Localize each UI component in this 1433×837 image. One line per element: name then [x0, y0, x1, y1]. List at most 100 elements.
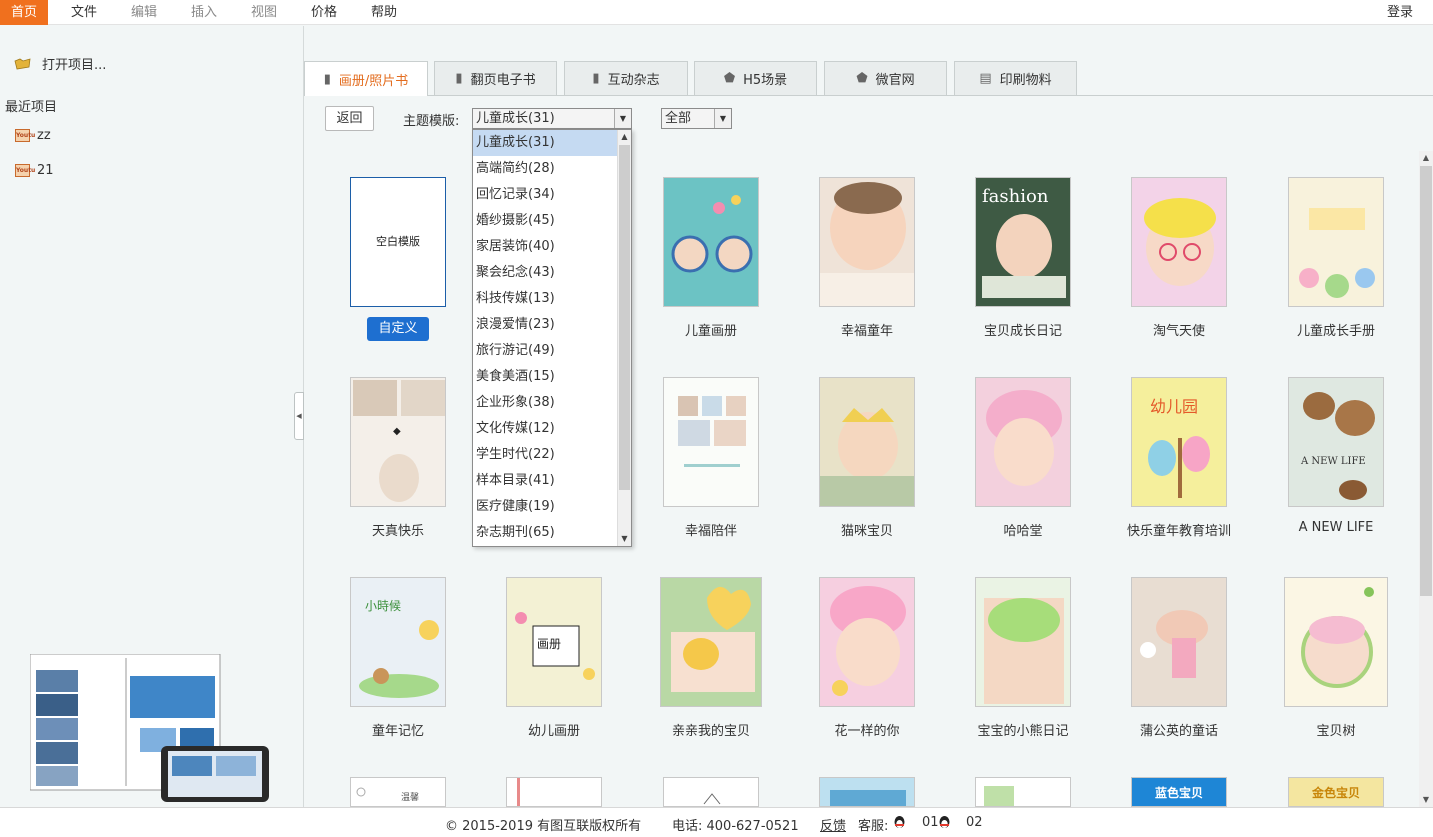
template-thumbnail[interactable] — [975, 577, 1071, 707]
dropdown-option[interactable]: 杂志期刊(65) — [473, 520, 617, 546]
menu-file[interactable]: 文件 — [60, 0, 108, 25]
template-thumbnail[interactable]: ◆ — [350, 377, 446, 507]
template-thumbnail[interactable] — [975, 377, 1071, 507]
template-title[interactable]: 幸福陪伴 — [631, 520, 791, 539]
template-title[interactable]: 儿童成长手册 — [1256, 320, 1416, 339]
dropdown-option[interactable]: 儿童成长(31) — [473, 130, 617, 156]
template-thumbnail[interactable] — [819, 577, 915, 707]
scroll-down-icon[interactable]: ▼ — [1419, 793, 1433, 807]
open-project-button[interactable]: 打开项目... — [14, 54, 106, 73]
template-thumbnail[interactable] — [1131, 577, 1227, 707]
scroll-down-icon[interactable]: ▼ — [618, 532, 631, 546]
login-button[interactable]: 登录 — [1376, 0, 1424, 25]
menu-price[interactable]: 价格 — [300, 0, 348, 25]
template-thumbnail[interactable] — [663, 177, 759, 307]
template-thumbnail[interactable]: 画册 — [506, 577, 602, 707]
template-thumbnail[interactable] — [1284, 577, 1388, 707]
dropdown-option[interactable]: 医疗健康(19) — [473, 494, 617, 520]
back-button[interactable]: 返回 — [325, 106, 374, 131]
template-thumbnail[interactable]: fashion — [975, 177, 1071, 307]
recent-item[interactable]: Youtu zz — [15, 128, 51, 143]
custom-button[interactable]: 自定义 — [367, 317, 429, 341]
template-title[interactable]: 猫咪宝贝 — [787, 520, 947, 539]
menu-edit[interactable]: 编辑 — [120, 0, 168, 25]
template-title[interactable]: 宝宝的小熊日记 — [943, 720, 1103, 739]
template-title[interactable]: 宝贝成长日记 — [943, 320, 1103, 339]
template-title[interactable]: 幼儿画册 — [474, 720, 634, 739]
theme-select[interactable]: 儿童成长(31) ▼ — [472, 108, 632, 129]
scope-select[interactable]: 全部 ▼ — [661, 108, 732, 129]
tab-label: 画册/照片书 — [338, 73, 409, 89]
dropdown-option[interactable]: 学生时代(22) — [473, 442, 617, 468]
tab-print[interactable]: ▤ 印刷物料 — [954, 61, 1077, 95]
template-title[interactable]: 快乐童年教育培训 — [1099, 520, 1259, 539]
dropdown-scrollbar[interactable]: ▲ ▼ — [617, 130, 631, 546]
tab-micro-site[interactable]: ⬟ 微官网 — [824, 61, 947, 95]
menu-insert[interactable]: 插入 — [180, 0, 228, 25]
template-thumbnail[interactable]: 幼儿园 — [1131, 377, 1227, 507]
print-icon: ▤ — [979, 71, 992, 86]
template-title[interactable]: 哈哈堂 — [943, 520, 1103, 539]
template-thumbnail[interactable] — [1131, 177, 1227, 307]
template-thumbnail[interactable]: A NEW LIFE — [1288, 377, 1384, 507]
dropdown-option[interactable]: 样本目录(41) — [473, 468, 617, 494]
dropdown-option[interactable]: 企业形象(38) — [473, 390, 617, 416]
dropdown-option[interactable]: 旅行游记(49) — [473, 338, 617, 364]
tab-album[interactable]: ▮ 画册/照片书 — [304, 61, 428, 96]
scroll-up-icon[interactable]: ▲ — [618, 130, 631, 144]
template-thumbnail[interactable]: 小時候 — [350, 577, 446, 707]
tab-magazine[interactable]: ▮ 互动杂志 — [564, 61, 688, 95]
template-title[interactable]: 宝贝树 — [1256, 720, 1416, 739]
recent-item[interactable]: Youtu 21 — [15, 163, 54, 178]
dropdown-option[interactable]: 文化传媒(12) — [473, 416, 617, 442]
tab-label: 互动杂志 — [607, 73, 660, 88]
template-thumbnail[interactable] — [663, 777, 759, 807]
template-title[interactable]: 蒲公英的童话 — [1099, 720, 1259, 739]
dropdown-option[interactable]: 高端简约(28) — [473, 156, 617, 182]
dropdown-option[interactable]: 聚会纪念(43) — [473, 260, 617, 286]
sidebar-collapse-handle[interactable]: ◀ — [294, 392, 304, 440]
template-thumbnail-blue[interactable]: 蓝色宝贝 — [1131, 777, 1227, 807]
template-thumbnail[interactable] — [506, 777, 602, 807]
scroll-thumb[interactable] — [1420, 166, 1432, 596]
template-title[interactable]: 幸福童年 — [787, 320, 947, 339]
qq-number-2[interactable]: 02 — [966, 815, 983, 830]
scroll-up-icon[interactable]: ▲ — [1419, 151, 1433, 165]
template-thumbnail[interactable] — [819, 777, 915, 807]
content-scrollbar[interactable]: ▲ ▼ — [1419, 151, 1433, 807]
tab-h5[interactable]: ⬟ H5场景 — [694, 61, 817, 95]
tab-flipbook[interactable]: ▮ 翻页电子书 — [434, 61, 557, 95]
dropdown-option[interactable]: 回忆记录(34) — [473, 182, 617, 208]
template-thumbnail[interactable] — [975, 777, 1071, 807]
template-title[interactable]: A NEW LIFE — [1256, 520, 1416, 535]
template-title[interactable]: 天真快乐 — [318, 520, 478, 539]
recent-item-label: 21 — [37, 163, 54, 178]
menu-help[interactable]: 帮助 — [360, 0, 408, 25]
menu-view[interactable]: 视图 — [240, 0, 288, 25]
dropdown-option[interactable]: 浪漫爱情(23) — [473, 312, 617, 338]
template-thumbnail[interactable] — [663, 377, 759, 507]
qq-number-1[interactable]: 01 — [922, 815, 939, 830]
book-icon: ▮ — [592, 71, 600, 86]
template-thumbnail[interactable] — [1288, 177, 1384, 307]
template-title[interactable]: 亲亲我的宝贝 — [631, 720, 791, 739]
blank-template-card[interactable]: 空白模版 — [350, 177, 446, 307]
dropdown-option[interactable]: 美食美酒(15) — [473, 364, 617, 390]
qq-link-1[interactable] — [893, 815, 906, 831]
dropdown-option[interactable]: 婚纱摄影(45) — [473, 208, 617, 234]
qq-link-2[interactable] — [938, 815, 951, 831]
dropdown-option[interactable]: 科技传媒(13) — [473, 286, 617, 312]
feedback-link[interactable]: 反馈 — [820, 815, 846, 834]
scroll-thumb[interactable] — [619, 145, 630, 490]
template-thumbnail[interactable] — [819, 177, 915, 307]
template-title[interactable]: 儿童画册 — [631, 320, 791, 339]
template-thumbnail[interactable] — [819, 377, 915, 507]
template-title[interactable]: 花一样的你 — [787, 720, 947, 739]
template-title[interactable]: 童年记忆 — [318, 720, 478, 739]
template-thumbnail-gold[interactable]: 金色宝贝 — [1288, 777, 1384, 807]
template-thumbnail[interactable]: 温馨 — [350, 777, 446, 807]
template-title[interactable]: 淘气天使 — [1099, 320, 1259, 339]
template-thumbnail[interactable] — [660, 577, 762, 707]
menu-home[interactable]: 首页 — [0, 0, 48, 25]
dropdown-option[interactable]: 家居装饰(40) — [473, 234, 617, 260]
